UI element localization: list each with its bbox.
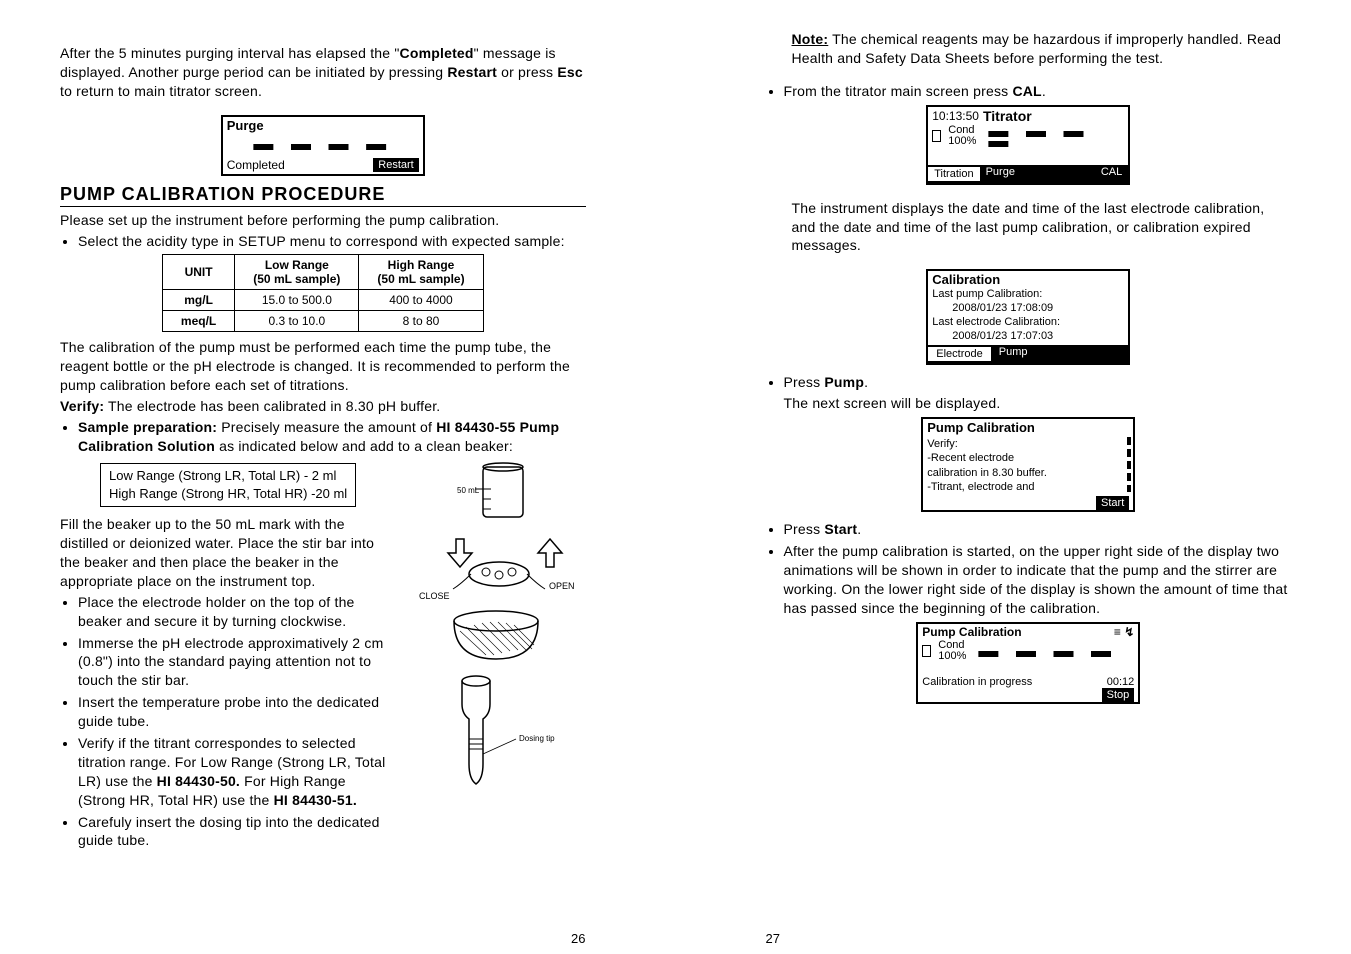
progress-text: Calibration in progress — [922, 676, 1032, 688]
bar-pump[interactable]: Pump — [991, 345, 1036, 363]
holder-icon: CLOSE OPEN — [411, 529, 581, 609]
bullet-setup: Select the acidity type in SETUP menu to… — [78, 232, 586, 251]
after-lcd1-para: The instrument displays the date and tim… — [792, 199, 1292, 256]
bar-titration[interactable]: Titration — [928, 165, 979, 183]
bullet-immerse: Immerse the pH electrode approximatively… — [78, 634, 392, 691]
note-line: Note: The chemical reagents may be hazar… — [792, 30, 1292, 68]
next-screen-line: The next screen will be displayed. — [784, 394, 1292, 413]
lcd-calibration-screen: Calibration Last pump Calibration: 2008/… — [926, 269, 1130, 365]
bullet-press-start: Press Start. — [784, 520, 1292, 539]
r1c2: 15.0 to 500.0 — [235, 290, 359, 311]
cond-pct: 100% — [948, 136, 976, 147]
label-close: CLOSE — [419, 591, 450, 601]
r2c2: 0.3 to 10.0 — [235, 311, 359, 332]
label-50ml: 50 mL — [457, 486, 480, 495]
lcd-titrator-screen: 10:13:50 Titrator Cond 100% ▬ ▬ ▬ ▬ Titr… — [926, 105, 1130, 185]
start-button[interactable]: Start — [1096, 496, 1129, 510]
label-dosing-tip: Dosing tip — [519, 734, 555, 743]
bar-purge[interactable]: Purge — [980, 165, 1021, 183]
page-number: 26 — [571, 931, 585, 946]
lcd-pump-progress-screen: Pump Calibration ≡ ↯ Cond 100% ▬ ▬ ▬ ▬ C… — [916, 622, 1140, 704]
bullet-press-pump: Press Pump. The next screen will be disp… — [784, 373, 1292, 413]
fill-paragraph: Fill the beaker up to the 50 mL mark wit… — [60, 515, 392, 591]
lcd-pump-calibration-screen: Pump Calibration Verify: -Recent electro… — [921, 417, 1135, 512]
progress-dashes: ▬ ▬ ▬ ▬ — [978, 646, 1117, 656]
battery-icon — [932, 130, 942, 142]
lcd-time: 10:13:50 — [932, 109, 979, 123]
th-low: Low Range(50 mL sample) — [235, 255, 359, 290]
section-heading: PUMP CALIBRATION PROCEDURE — [60, 184, 586, 207]
status-bar: Titration Purge CAL — [928, 165, 1128, 183]
cond-pct: 100% — [938, 651, 966, 662]
progress-dashes: ▬ ▬ ▬ ▬ — [988, 126, 1124, 146]
lcd-purge-title: Purge — [223, 117, 423, 134]
setup-line: Please set up the instrument before perf… — [60, 211, 586, 230]
prep-box: Low Range (Strong LR, Total LR) - 2 ml H… — [100, 463, 356, 507]
r2c3: 8 to 80 — [359, 311, 483, 332]
intro-paragraph: After the 5 minutes purging interval has… — [60, 44, 586, 101]
r1c1: mg/L — [162, 290, 234, 311]
progress-time: 00:12 — [1107, 676, 1135, 688]
lcd-cal-title: Calibration — [928, 271, 1128, 288]
lcd-prog-title: Pump Calibration — [922, 625, 1021, 639]
progress-indicator: ▬ ▬ ▬ ▬ — [223, 134, 423, 158]
stop-button[interactable]: Stop — [1102, 688, 1135, 702]
scroll-indicator — [1127, 437, 1131, 492]
bullet-insert-temp: Insert the temperature probe into the de… — [78, 693, 392, 731]
bullet-careful: Carefuly insert the dosing tip into the … — [78, 813, 392, 851]
illustration-column: 50 mL CLOSE OPEN — [406, 459, 586, 854]
bullet-verify-titrant: Verify if the titrant correspondes to se… — [78, 734, 392, 810]
r1c3: 400 to 4000 — [359, 290, 483, 311]
purge-status: Completed — [227, 158, 285, 172]
bullet-after-start: After the pump calibration is started, o… — [784, 542, 1292, 618]
dosing-tip-icon: Dosing tip — [421, 669, 571, 789]
lcd-purge-screen: Purge ▬ ▬ ▬ ▬ Completed Restart — [221, 115, 425, 176]
animation-icons: ≡ ↯ — [1114, 625, 1134, 639]
th-unit: UNIT — [162, 255, 234, 290]
battery-icon — [922, 645, 932, 657]
r2c1: meq/L — [162, 311, 234, 332]
label-open: OPEN — [549, 581, 575, 591]
lcd-pumpcal-title: Pump Calibration — [923, 419, 1133, 436]
page-number: 27 — [766, 931, 780, 946]
bullet-place: Place the electrode holder on the top of… — [78, 593, 392, 631]
verify-line: Verify: The electrode has been calibrate… — [60, 397, 586, 416]
beaker-icon: 50 mL — [453, 459, 538, 529]
cal-paragraph: The calibration of the pump must be perf… — [60, 338, 586, 395]
bar-cal[interactable]: CAL — [1095, 165, 1128, 183]
bullet-sample-prep: Sample preparation: Precisely measure th… — [78, 418, 586, 456]
range-table: UNIT Low Range(50 mL sample) High Range(… — [162, 254, 484, 332]
beaker-fill-icon — [436, 609, 556, 669]
bar-electrode[interactable]: Electrode — [928, 345, 990, 363]
bullet-from-titrator: From the titrator main screen press CAL. — [784, 82, 1292, 101]
th-high: High Range(50 mL sample) — [359, 255, 483, 290]
restart-button[interactable]: Restart — [373, 158, 418, 172]
